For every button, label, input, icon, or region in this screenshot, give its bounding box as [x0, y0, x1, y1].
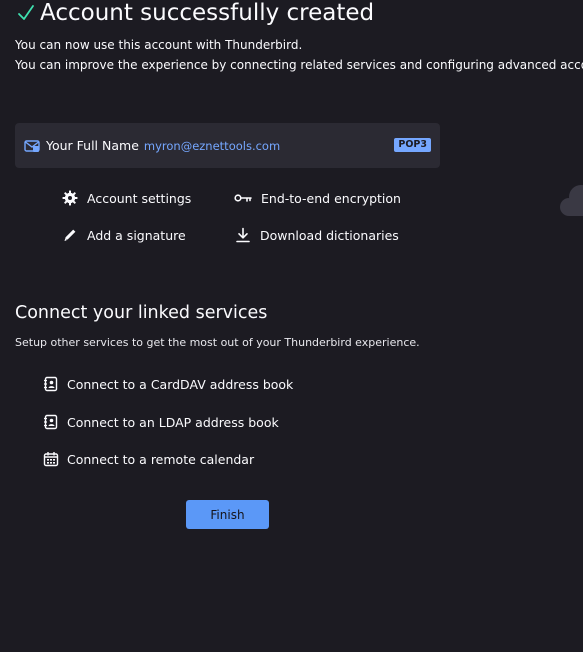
account-created-page: Account successfully created You can now… — [0, 0, 583, 652]
mail-account-icon — [24, 139, 40, 152]
finish-button[interactable]: Finish — [186, 500, 269, 529]
connect-carddav-label: Connect to a CardDAV address book — [67, 376, 294, 392]
calendar-icon — [43, 452, 59, 467]
download-dictionaries-label: Download dictionaries — [260, 227, 399, 243]
download-dictionaries-link[interactable]: Download dictionaries — [235, 227, 399, 243]
add-signature-label: Add a signature — [87, 227, 186, 243]
gear-icon — [62, 190, 78, 206]
account-card: Your Full Name myron@eznettools.com POP3 — [15, 123, 440, 168]
protocol-badge: POP3 — [394, 138, 431, 152]
address-book-icon — [44, 414, 58, 430]
end-to-end-encryption-label: End-to-end encryption — [261, 190, 401, 206]
cloud-icon — [560, 185, 583, 216]
description-line-1: You can now use this account with Thunde… — [15, 38, 303, 52]
account-settings-link[interactable]: Account settings — [62, 190, 191, 206]
account-settings-label: Account settings — [87, 190, 192, 206]
connect-ldap-label: Connect to an LDAP address book — [67, 414, 279, 430]
connect-remote-calendar-link[interactable]: Connect to a remote calendar — [43, 451, 254, 467]
description-line-2: You can improve the experience by connec… — [15, 58, 583, 72]
end-to-end-encryption-link[interactable]: End-to-end encryption — [234, 190, 401, 206]
account-name: Your Full Name — [46, 138, 139, 153]
title-row: Account successfully created — [16, 0, 374, 26]
connect-remote-calendar-label: Connect to a remote calendar — [67, 451, 255, 467]
connect-carddav-link[interactable]: Connect to a CardDAV address book — [43, 376, 293, 392]
linked-services-subtitle: Setup other services to get the most out… — [15, 336, 420, 349]
address-book-icon — [44, 376, 58, 392]
account-email: myron@eznettools.com — [143, 138, 281, 153]
pencil-icon — [64, 229, 76, 241]
connect-ldap-link[interactable]: Connect to an LDAP address book — [43, 414, 279, 430]
page-title: Account successfully created — [40, 0, 375, 26]
linked-services-heading: Connect your linked services — [15, 303, 268, 323]
add-signature-link[interactable]: Add a signature — [62, 227, 186, 243]
download-icon — [236, 227, 250, 243]
checkmark-icon — [18, 5, 34, 20]
key-icon — [234, 194, 252, 202]
